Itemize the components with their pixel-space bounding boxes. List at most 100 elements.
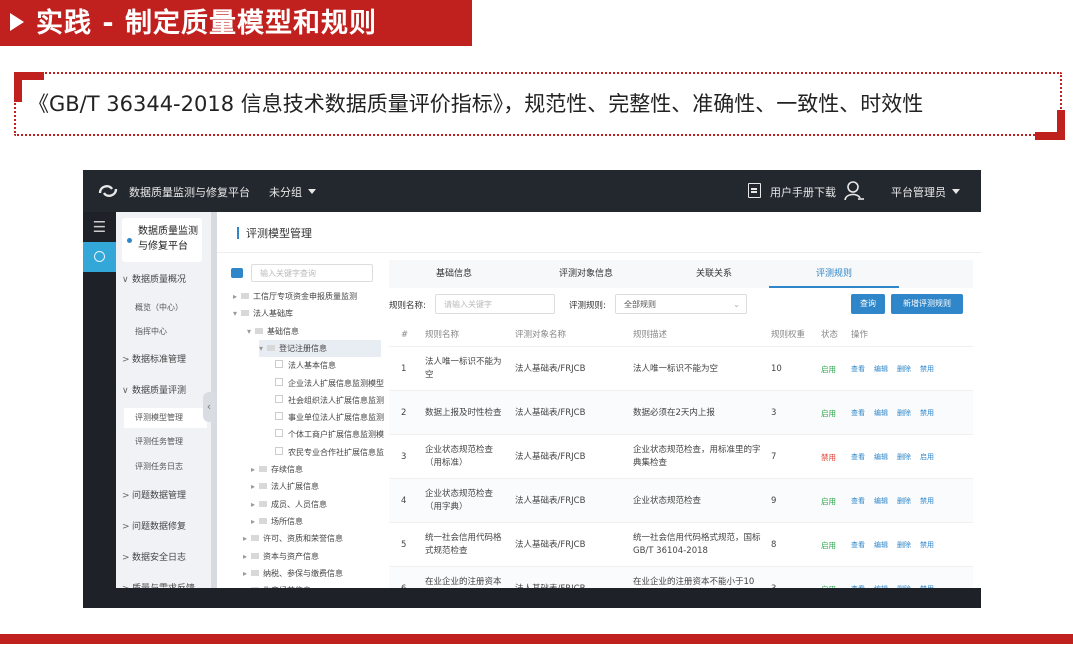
tab-relations[interactable]: 关联关系: [649, 260, 779, 288]
chevron-right-icon: >: [122, 355, 130, 365]
view-link[interactable]: 查看: [851, 495, 865, 508]
caret-right-icon[interactable]: ▸: [251, 517, 255, 526]
sidebar-item-command-center[interactable]: 指挥中心: [135, 322, 207, 342]
tree-node[interactable]: ▾ 基础信息: [247, 323, 381, 340]
tree-node[interactable]: 企业法人扩展信息监测模型: [275, 375, 384, 392]
tab-basic-info[interactable]: 基础信息: [389, 260, 519, 288]
caret-down-icon[interactable]: ▾: [247, 327, 251, 336]
manual-download-link[interactable]: 用户手册下载: [770, 184, 836, 200]
sidebar-item-data-repair[interactable]: > 问题数据修复: [122, 517, 208, 537]
sidebar-item-model-management[interactable]: 评测模型管理: [124, 408, 207, 428]
toggle-status-link[interactable]: 禁用: [920, 495, 934, 508]
tree-node[interactable]: 农民专业合作社扩展信息监: [275, 444, 384, 461]
toggle-status-link[interactable]: 禁用: [920, 407, 934, 420]
user-menu[interactable]: 平台管理员: [891, 184, 960, 200]
sidebar-item-task-management[interactable]: 评测任务管理: [135, 432, 207, 452]
add-rule-button[interactable]: 新增评测规则: [891, 294, 963, 314]
tab-bar: 基础信息 评测对象信息 关联关系 评测规则: [389, 260, 973, 288]
toggle-status-link[interactable]: 禁用: [920, 363, 934, 376]
cell-description-text: 数据必须在2天内上报: [633, 407, 715, 418]
tree-node[interactable]: ▾ 法人基础库: [233, 305, 381, 322]
edit-link[interactable]: 编辑: [874, 451, 888, 464]
delete-link[interactable]: 删除: [897, 451, 911, 464]
edit-link[interactable]: 编辑: [874, 539, 888, 552]
tree-node-label: 法人基础库: [253, 309, 294, 319]
caret-down-icon[interactable]: ▾: [233, 309, 237, 318]
hamburger-menu-icon[interactable]: ☰: [83, 212, 116, 242]
view-link[interactable]: 查看: [851, 539, 865, 552]
checkbox[interactable]: [275, 377, 283, 386]
tree-node[interactable]: ▸ 工信厅专项资金申报质量监测: [233, 288, 381, 305]
tree-node[interactable]: ▸ 成员、人员信息: [251, 496, 381, 513]
checkbox[interactable]: [275, 360, 283, 369]
cell-object: 法人基础表/FRJCB: [515, 347, 625, 391]
checkbox[interactable]: [275, 394, 283, 403]
cell-index: 5: [401, 523, 419, 567]
delete-link[interactable]: 删除: [897, 363, 911, 376]
home-icon[interactable]: [83, 242, 116, 272]
caret-right-icon[interactable]: ▸: [251, 465, 255, 474]
view-link[interactable]: 查看: [851, 407, 865, 420]
cell-status: 启用: [821, 523, 847, 567]
sidebar-item-problem-data[interactable]: > 问题数据管理: [122, 486, 208, 506]
sidebar-item-quality-evaluation[interactable]: ∨ 数据质量评测: [122, 381, 208, 401]
cell-status: 启用: [821, 391, 847, 435]
toggle-status-link[interactable]: 启用: [920, 451, 934, 464]
manual-icon[interactable]: [748, 183, 761, 198]
checkbox[interactable]: [275, 412, 283, 421]
rule-name-input[interactable]: 请输入关键字: [435, 294, 555, 314]
sidebar-item-task-log[interactable]: 评测任务日志: [135, 457, 207, 477]
table-row[interactable]: 2 数据上报及时性检查 法人基础表/FRJCB 数据必须在2天内上报 3 启用 查看 编辑 删除…: [389, 390, 973, 435]
caret-right-icon[interactable]: ▸: [243, 552, 247, 561]
tab-object-info[interactable]: 评测对象信息: [521, 260, 651, 288]
tree-node[interactable]: ▸ 许可、资质和荣誉信息: [243, 530, 381, 547]
tree-node[interactable]: 个体工商户扩展信息监测模: [275, 426, 384, 443]
tree-node[interactable]: 社会组织法人扩展信息监测: [275, 392, 384, 409]
tree-search-input[interactable]: 输入关键字查询: [251, 264, 373, 282]
table-row[interactable]: 1 法人唯一标识不能为空 法人基础表/FRJCB 法人唯一标识不能为空 10 启用 查看 编辑…: [389, 346, 973, 391]
caret-right-icon[interactable]: ▸: [233, 292, 237, 301]
caret-right-icon[interactable]: ▸: [251, 482, 255, 491]
caret-right-icon[interactable]: ▸: [243, 569, 247, 578]
delete-link[interactable]: 删除: [897, 407, 911, 420]
sidebar-item-security-log[interactable]: > 数据安全日志: [122, 548, 208, 568]
delete-link[interactable]: 删除: [897, 539, 911, 552]
sidebar-platform-label: 数据质量监测与修复平台: [138, 226, 198, 252]
tree-node[interactable]: 法人基本信息: [275, 357, 381, 374]
tree-node[interactable]: ▸ 存续信息: [251, 461, 381, 478]
caret-right-icon[interactable]: ▸: [251, 500, 255, 509]
sidebar-item-standard-management[interactable]: > 数据标准管理: [122, 350, 208, 370]
edit-link[interactable]: 编辑: [874, 363, 888, 376]
checkbox[interactable]: [275, 446, 283, 455]
rule-filter-select[interactable]: 全部规则 ⌄: [615, 294, 747, 314]
checkbox[interactable]: [275, 429, 283, 438]
tree-node-label: 个体工商户扩展信息监测模: [288, 430, 384, 440]
caret-right-icon[interactable]: ▸: [243, 534, 247, 543]
cell-rule-name: 统一社会信用代码格式规范检查: [425, 523, 507, 567]
sidebar-platform[interactable]: 数据质量监测与修复平台: [122, 218, 202, 262]
toggle-status-link[interactable]: 禁用: [920, 539, 934, 552]
view-link[interactable]: 查看: [851, 363, 865, 376]
user-icon[interactable]: [843, 180, 865, 202]
sidebar-item-quality-overview[interactable]: ∨ 数据质量概况: [122, 270, 208, 290]
delete-link[interactable]: 删除: [897, 495, 911, 508]
view-link[interactable]: 查看: [851, 451, 865, 464]
tree-node[interactable]: ▸ 法人扩展信息: [251, 478, 381, 495]
caret-down-icon[interactable]: ▾: [259, 344, 263, 353]
tree-node[interactable]: ▸ 纳税、参保与缴费信息: [243, 565, 381, 582]
tree-node[interactable]: ▸ 场所信息: [251, 513, 381, 530]
collapse-sidebar-icon[interactable]: ‹: [203, 392, 215, 422]
table-row[interactable]: 4 企业状态规范检查（用字典） 法人基础表/FRJCB 企业状态规范检查 9 启用 查看 编辑…: [389, 478, 973, 523]
tree-node[interactable]: ▸ 资本与资产信息: [243, 548, 381, 565]
title-accent-bar: [237, 227, 239, 239]
edit-link[interactable]: 编辑: [874, 495, 888, 508]
sidebar-item-overview-center[interactable]: 概览（中心）: [135, 298, 207, 318]
edit-link[interactable]: 编辑: [874, 407, 888, 420]
group-dropdown[interactable]: 未分组: [269, 184, 316, 200]
tab-evaluation-rules[interactable]: 评测规则: [769, 260, 899, 288]
table-row[interactable]: 5 统一社会信用代码格式规范检查 法人基础表/FRJCB 统一社会信用代码格式规范，国…: [389, 522, 973, 567]
tree-node[interactable]: ▾ 登记注册信息: [259, 339, 381, 357]
query-button[interactable]: 查询: [851, 294, 885, 314]
table-row[interactable]: 3 企业状态规范检查（用标准） 法人基础表/FRJCB 企业状态规范检查，用标准里的字…: [389, 434, 973, 479]
tree-node[interactable]: 事业单位法人扩展信息监测: [275, 409, 384, 426]
